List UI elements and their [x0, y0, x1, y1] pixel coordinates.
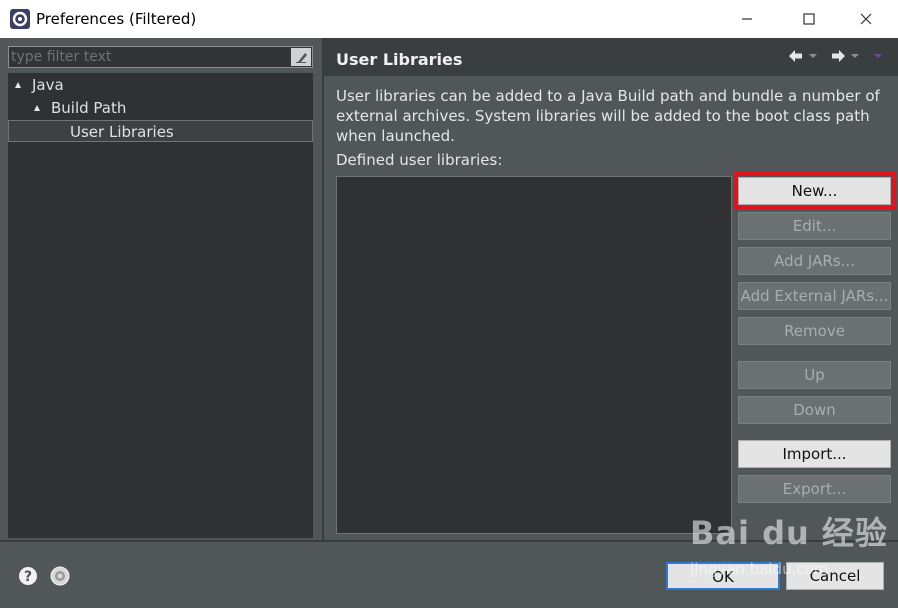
view-menu-icon	[874, 54, 882, 58]
close-icon	[860, 13, 872, 25]
arrow-right-icon	[832, 50, 845, 62]
preference-page: User Libraries User libraries can be add…	[324, 38, 898, 540]
page-title: User Libraries	[336, 50, 463, 69]
chevron-down-icon	[809, 54, 817, 58]
page-description: User libraries can be added to a Java Bu…	[336, 87, 880, 145]
clear-filter-button[interactable]	[291, 48, 311, 66]
ok-button[interactable]: OK	[666, 562, 780, 590]
eclipse-app-icon	[10, 9, 30, 29]
tree-item-user-libraries[interactable]: User Libraries	[8, 120, 313, 142]
dialog-body: Java Build Path User Libraries User Libr…	[0, 38, 898, 608]
minimize-icon	[742, 18, 752, 20]
tree-item-build-path[interactable]: Build Path	[10, 97, 311, 119]
arrow-left-icon	[789, 50, 802, 62]
back-button[interactable]	[788, 46, 818, 66]
add-jars-button[interactable]: Add JARs...	[738, 247, 891, 275]
dialog-footer: ? OK Cancel	[0, 540, 898, 608]
expanded-arrow-icon	[34, 105, 40, 111]
user-libraries-list[interactable]	[336, 176, 732, 534]
close-button[interactable]	[843, 0, 889, 38]
maximize-icon	[803, 13, 815, 25]
import-preferences-icon[interactable]	[50, 566, 70, 586]
import-button[interactable]: Import...	[738, 440, 891, 468]
forward-button[interactable]	[830, 46, 860, 66]
libraries-list-label: Defined user libraries:	[336, 151, 503, 169]
expanded-arrow-icon	[15, 82, 21, 88]
down-button[interactable]: Down	[738, 396, 891, 424]
remove-button[interactable]: Remove	[738, 317, 891, 345]
up-button[interactable]: Up	[738, 361, 891, 389]
tree-item-java[interactable]: Java	[10, 74, 311, 96]
new-button[interactable]: New...	[738, 177, 891, 205]
tree-item-label: Java	[32, 76, 64, 94]
add-external-jars-button[interactable]: Add External JARs...	[738, 282, 891, 310]
cancel-button[interactable]: Cancel	[786, 562, 884, 590]
tree-item-label: User Libraries	[70, 123, 174, 141]
eraser-icon	[296, 53, 307, 63]
view-menu-button[interactable]	[873, 46, 883, 66]
export-button[interactable]: Export...	[738, 475, 891, 503]
preference-tree-pane: Java Build Path User Libraries	[0, 38, 322, 540]
window-title: Preferences (Filtered)	[36, 10, 197, 28]
chevron-down-icon	[851, 54, 859, 58]
svg-text:?: ?	[24, 569, 32, 585]
help-icon[interactable]: ?	[18, 566, 38, 586]
filter-input[interactable]	[11, 48, 281, 66]
maximize-button[interactable]	[786, 0, 832, 38]
title-bar: Preferences (Filtered)	[0, 0, 898, 38]
tree-item-label: Build Path	[51, 99, 127, 117]
minimize-button[interactable]	[724, 0, 770, 38]
filter-box	[8, 46, 313, 68]
preference-tree: Java Build Path User Libraries	[8, 73, 313, 538]
edit-button[interactable]: Edit...	[738, 212, 891, 240]
page-header: User Libraries	[324, 38, 898, 76]
